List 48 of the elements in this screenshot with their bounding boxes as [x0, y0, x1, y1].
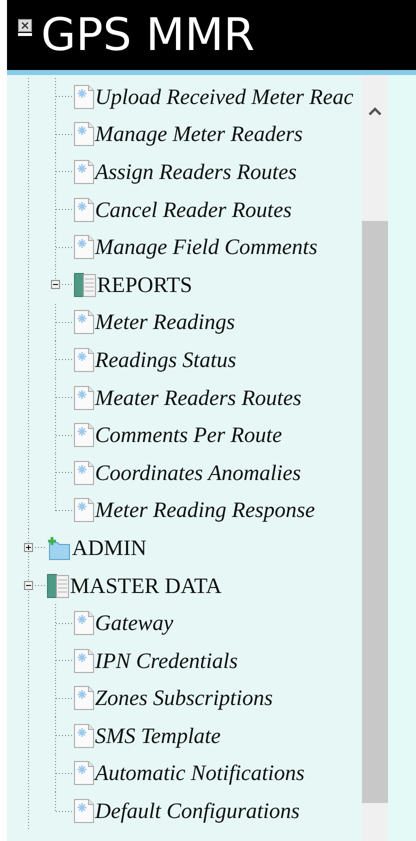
collapse-toggle[interactable] — [24, 581, 33, 590]
tree-item-link[interactable]: SMS Template — [94, 722, 221, 749]
book-icon — [74, 272, 96, 297]
page-icon — [74, 498, 94, 522]
tree-item-link[interactable]: Zones Subscriptions — [94, 685, 273, 712]
broken-image-icon — [18, 18, 32, 36]
page-icon — [74, 198, 94, 222]
app-title: GPS MMR — [41, 12, 255, 56]
tree-item-link[interactable]: IPN Credentials — [94, 648, 238, 674]
tree-item-link[interactable]: Assign Readers Routes — [94, 158, 297, 185]
tree-item-link[interactable]: Gateway — [94, 610, 174, 636]
page-icon — [74, 686, 94, 710]
tree-item-link[interactable]: Readings Status — [94, 346, 236, 373]
page-icon — [74, 348, 94, 372]
collapse-toggle[interactable] — [51, 280, 60, 290]
scrollbar[interactable] — [362, 75, 388, 841]
page-icon — [74, 423, 94, 448]
tree-item-link[interactable]: Default Configurations — [94, 798, 300, 824]
page-icon — [74, 611, 94, 636]
tree-folder-label[interactable]: MASTER DATA — [69, 572, 222, 599]
page-icon — [74, 235, 94, 260]
tree-item-link[interactable]: Comments Per Route — [94, 422, 282, 448]
page-icon — [74, 799, 94, 824]
page-icon — [74, 460, 94, 485]
page-icon — [74, 386, 94, 410]
page-icon — [74, 84, 94, 109]
page-icon — [74, 724, 94, 748]
chevron-up-icon[interactable] — [368, 107, 382, 116]
tree-folder-label[interactable]: REPORTS — [96, 272, 192, 298]
page-icon — [74, 122, 94, 146]
tree-item-link[interactable]: Manage Field Comments — [94, 234, 318, 260]
tree-item-link[interactable]: Upload Received Meter Reac — [94, 84, 354, 110]
tree-item-link[interactable]: Coordinates Anomalies — [94, 460, 301, 486]
folder-plus-icon — [47, 536, 71, 560]
page-icon — [74, 648, 94, 673]
page-icon — [74, 310, 94, 334]
tree-item-link[interactable]: Automatic Notifications — [94, 760, 305, 786]
book-icon — [47, 574, 69, 598]
tree-item-link[interactable]: Cancel Reader Routes — [94, 196, 292, 223]
tree-item-link[interactable]: Meater Readers Routes — [94, 384, 302, 411]
tree-item-link[interactable]: Meter Readings — [94, 309, 235, 336]
tree-folder-label[interactable]: ADMIN — [71, 534, 147, 561]
expand-toggle[interactable] — [24, 543, 33, 552]
page-icon — [74, 761, 94, 786]
tree-item-link[interactable]: Manage Meter Readers — [94, 121, 303, 148]
scrollbar-thumb[interactable] — [362, 221, 388, 803]
page-icon — [74, 160, 94, 184]
tree-item-link[interactable]: Meter Reading Response — [94, 497, 315, 524]
